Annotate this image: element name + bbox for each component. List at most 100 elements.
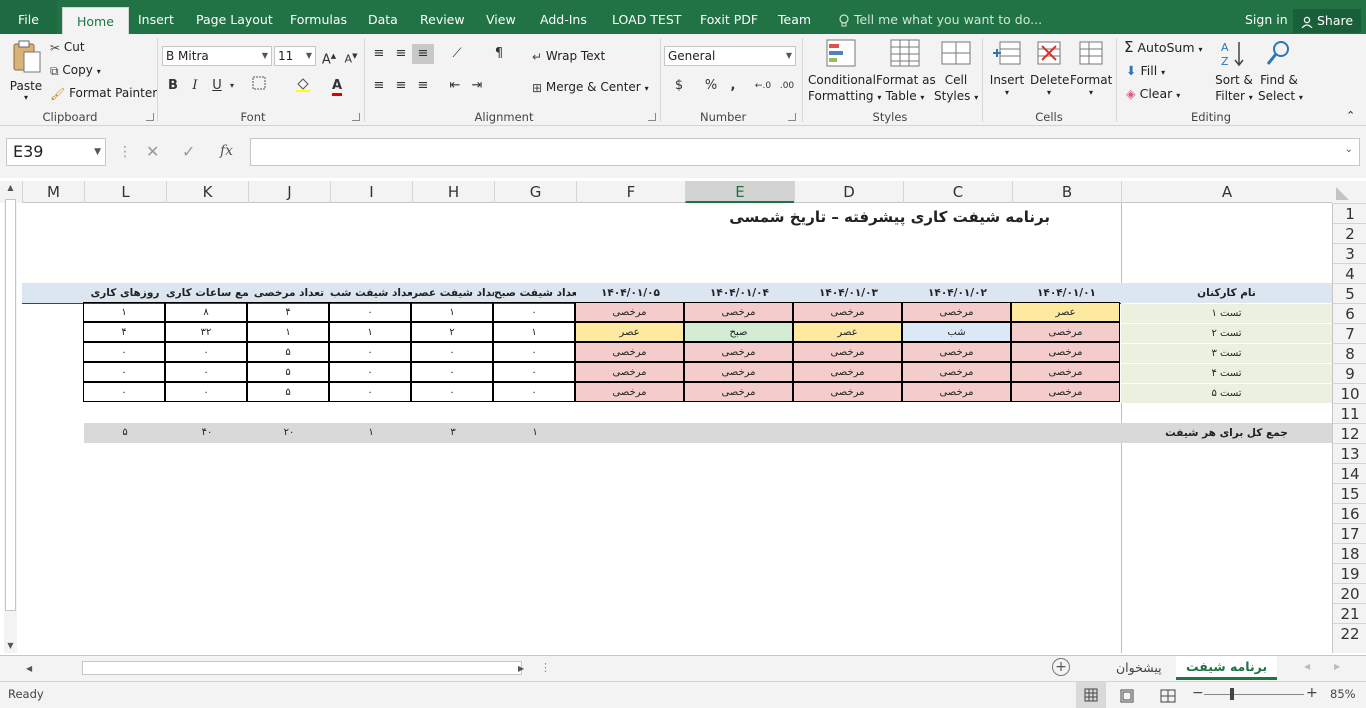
tab-page-layout[interactable]: Page Layout (196, 0, 273, 34)
shift-cell[interactable]: مرخصی (1011, 342, 1120, 362)
orientation-icon[interactable]: ⟋ (446, 44, 468, 64)
clear-button[interactable]: ◈ Clear ▾ (1126, 86, 1180, 104)
format-painter-button[interactable]: 🖌 Format Painter (50, 85, 157, 102)
row-header-14[interactable]: 14 (1333, 463, 1366, 483)
enter-check-icon[interactable]: ✓ (182, 142, 195, 161)
tab-review[interactable]: Review (420, 0, 465, 34)
collapse-ribbon-icon[interactable]: ⌃ (1346, 108, 1355, 124)
stat-cell[interactable]: ۰ (83, 362, 165, 382)
scroll-left-icon[interactable]: ◀ (26, 662, 38, 676)
tab-add-ins[interactable]: Add-Ins (540, 0, 587, 34)
shift-cell[interactable]: مرخصی (902, 302, 1011, 322)
zoom-slider-track[interactable] (1204, 694, 1304, 695)
stat-cell[interactable]: ۰ (329, 342, 411, 362)
stat-cell[interactable]: ۵ (247, 382, 329, 402)
stat-cell[interactable]: ۸ (165, 302, 247, 322)
stat-cell[interactable]: ۰ (329, 302, 411, 322)
sign-in-link[interactable]: Sign in (1245, 0, 1288, 34)
total-cell-g[interactable]: ۱ (494, 423, 576, 443)
row-header-4[interactable]: 4 (1333, 263, 1366, 283)
tab-insert[interactable]: Insert (138, 0, 174, 34)
insert-cells-button[interactable]: Insert ▾ (988, 38, 1026, 98)
vertical-scrollbar[interactable]: ▲ ▼ (4, 181, 17, 653)
tab-foxit-pdf[interactable]: Foxit PDF (700, 0, 758, 34)
merge-center-button[interactable]: ⊞ Merge & Center ▾ (532, 79, 649, 97)
stat-cell[interactable]: ۱ (329, 322, 411, 342)
number-format-combo[interactable]: General ▼ (664, 46, 796, 66)
column-header-d[interactable]: D (794, 181, 903, 203)
zoom-in-icon[interactable]: + (1306, 685, 1318, 701)
shift-cell[interactable]: مرخصی (575, 362, 684, 382)
fill-color-icon[interactable] (292, 76, 314, 96)
total-cell-l[interactable]: ۵ (84, 423, 166, 443)
stat-cell[interactable]: ۵ (247, 362, 329, 382)
employee-name-cell[interactable]: تست ۴ (1121, 363, 1332, 383)
shift-cell[interactable]: مرخصی (684, 382, 793, 402)
stat-cell[interactable]: ۰ (493, 302, 575, 322)
stat-cell[interactable]: ۱ (411, 302, 493, 322)
bold-button[interactable]: B (162, 76, 184, 96)
row-header-18[interactable]: 18 (1333, 543, 1366, 563)
shift-cell[interactable]: مرخصی (1011, 322, 1120, 342)
select-all-button[interactable] (1332, 181, 1366, 203)
font-color-icon[interactable]: A (326, 76, 348, 96)
increase-decimal-icon[interactable]: ←.0 (752, 76, 774, 96)
tab-formulas[interactable]: Formulas (290, 0, 347, 34)
stat-cell[interactable]: ۰ (329, 362, 411, 382)
column-header-m[interactable]: M (22, 181, 84, 203)
row-header-12[interactable]: 12 (1333, 423, 1366, 443)
stat-cell[interactable]: ۲ (411, 322, 493, 342)
stat-cell[interactable]: ۳۲ (165, 322, 247, 342)
row-header-13[interactable]: 13 (1333, 443, 1366, 463)
shift-cell[interactable]: مرخصی (1011, 362, 1120, 382)
sort-filter-button[interactable]: AZ Sort & Filter ▾ (1212, 38, 1256, 106)
column-header-k[interactable]: K (166, 181, 248, 203)
row-header-10[interactable]: 10 (1333, 383, 1366, 403)
cancel-icon[interactable]: ✕ (146, 142, 159, 161)
stat-cell[interactable]: ۴ (247, 302, 329, 322)
stat-cell[interactable]: ۰ (165, 342, 247, 362)
shift-cell[interactable]: مرخصی (793, 382, 902, 402)
employee-name-cell[interactable]: تست ۳ (1121, 343, 1332, 363)
rtl-direction-icon[interactable]: ¶ (488, 44, 510, 64)
currency-button[interactable]: $ (668, 76, 690, 96)
paste-button[interactable]: Paste ▾ (8, 40, 44, 102)
shift-cell[interactable]: مرخصی (793, 362, 902, 382)
tab-load-test[interactable]: LOAD TEST (612, 0, 681, 34)
row-header-2[interactable]: 2 (1333, 223, 1366, 243)
split-grip-icon[interactable]: ⋮ (540, 661, 551, 674)
stat-cell[interactable]: ۰ (411, 342, 493, 362)
italic-button[interactable]: I (184, 76, 206, 96)
shift-cell[interactable]: عصر (793, 322, 902, 342)
comma-button[interactable]: , (722, 76, 744, 96)
stat-cell[interactable]: ۰ (165, 382, 247, 402)
employee-name-cell[interactable]: تست ۲ (1121, 323, 1332, 343)
shift-cell[interactable]: مرخصی (902, 362, 1011, 382)
cut-button[interactable]: ✂ Cut (50, 39, 85, 56)
formula-input[interactable]: ⌄ (250, 138, 1360, 166)
column-header-a[interactable]: A (1121, 181, 1332, 203)
row-header-16[interactable]: 16 (1333, 503, 1366, 523)
tab-data[interactable]: Data (368, 0, 398, 34)
page-layout-view-icon[interactable] (1120, 688, 1134, 707)
increase-indent-icon[interactable]: ⇥ (466, 76, 488, 96)
stat-cell[interactable]: ۰ (329, 382, 411, 402)
fill-button[interactable]: ⬇ Fill ▾ (1126, 63, 1165, 81)
cell-styles-button[interactable]: Cell Styles ▾ (934, 38, 978, 106)
normal-view-button[interactable] (1076, 682, 1106, 708)
stat-cell[interactable]: ۰ (83, 342, 165, 362)
stat-cell[interactable]: ۱ (83, 302, 165, 322)
chevron-down-icon[interactable]: ⌄ (1345, 144, 1353, 155)
share-button[interactable]: Share (1293, 9, 1362, 33)
worksheet-grid[interactable]: برنامه شیفت کاری پیشرفته – تاریخ شمسی روز… (22, 203, 1332, 653)
shift-cell[interactable]: مرخصی (793, 342, 902, 362)
shift-cell[interactable]: شب (902, 322, 1011, 342)
total-cell-k[interactable]: ۴۰ (166, 423, 248, 443)
scroll-right-icon[interactable]: ▶ (518, 662, 530, 676)
column-header-l[interactable]: L (84, 181, 166, 203)
row-header-7[interactable]: 7 (1333, 323, 1366, 343)
sheet-tab-dashboard[interactable]: پیشخوان (1108, 656, 1170, 680)
stat-cell[interactable]: ۱ (493, 322, 575, 342)
conditional-formatting-button[interactable]: Conditional Formatting ▾ (808, 38, 881, 106)
autosum-button[interactable]: Σ AutoSum ▾ (1124, 39, 1203, 58)
